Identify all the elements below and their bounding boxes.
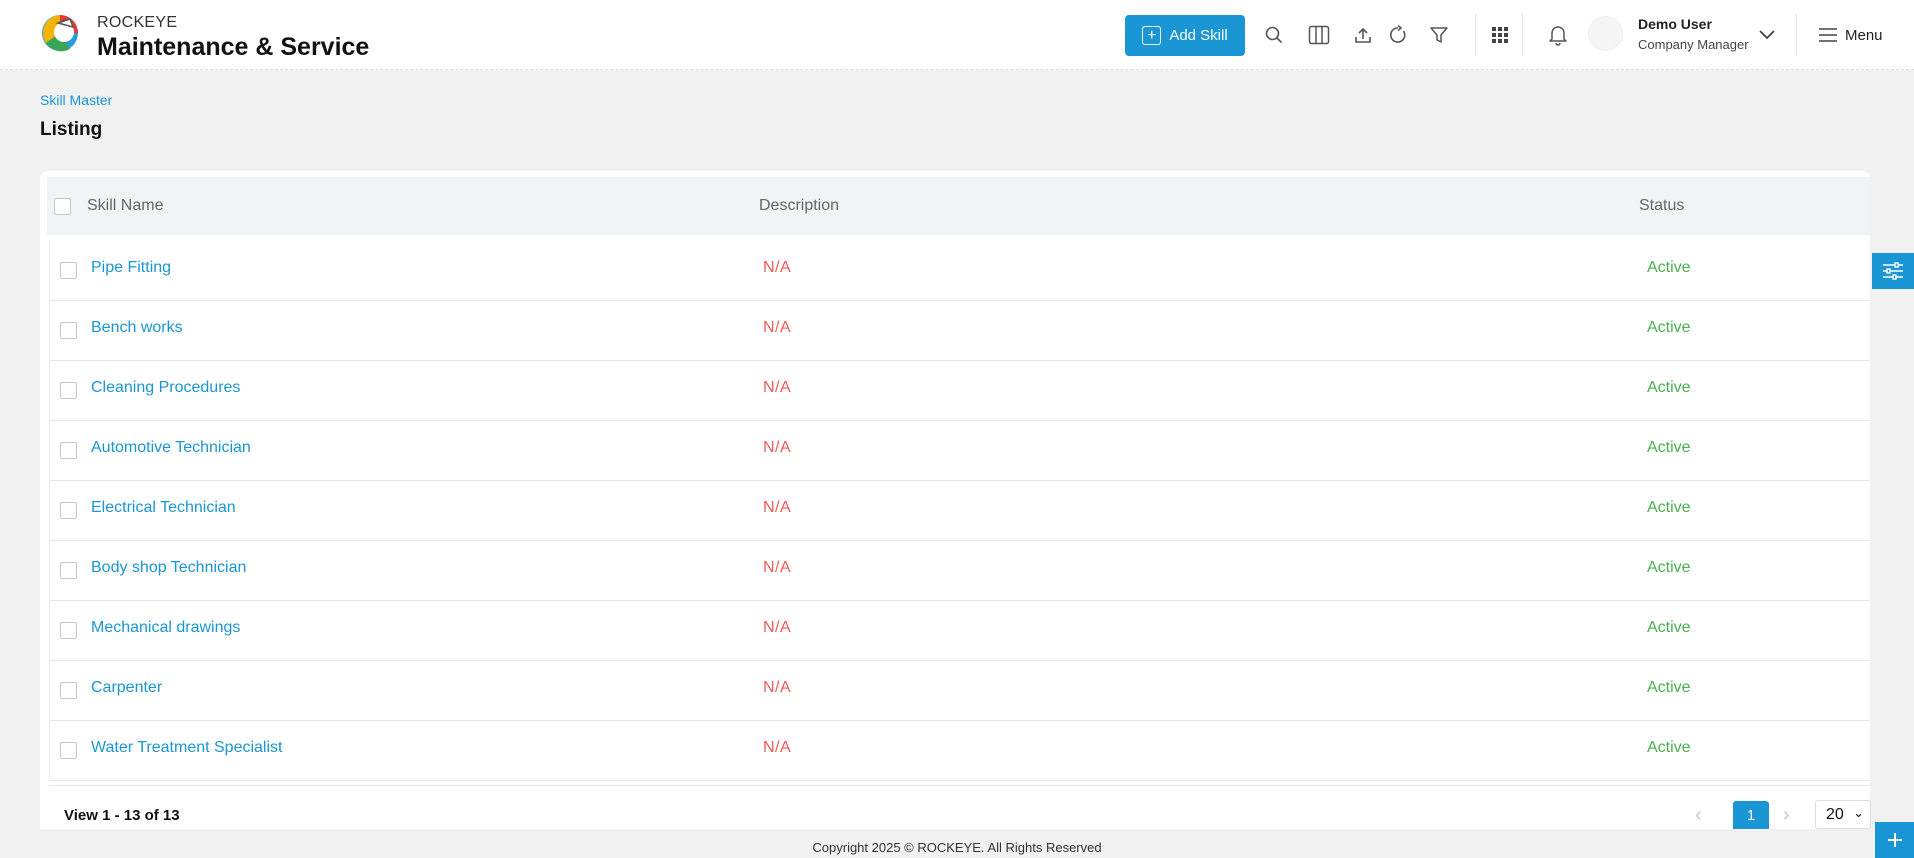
table-row: Body shop Technician N/A Active [50, 541, 1870, 601]
sliders-icon[interactable] [1872, 253, 1914, 289]
table-row: Pipe Fitting N/A Active [50, 241, 1870, 301]
row-checkbox[interactable] [60, 562, 77, 579]
listing-card: Skill Name Description Status Pipe Fitti… [40, 171, 1871, 829]
row-checkbox[interactable] [60, 682, 77, 699]
skill-name-link[interactable]: Bench works [91, 319, 183, 337]
user-name[interactable]: Demo User [1638, 16, 1712, 32]
brand-logo [42, 15, 78, 52]
page-number-button[interactable]: 1 [1733, 801, 1769, 829]
page-title: Listing [40, 119, 103, 140]
avatar[interactable] [1588, 16, 1623, 51]
row-checkbox[interactable] [60, 502, 77, 519]
row-checkbox[interactable] [60, 442, 77, 459]
column-header-description[interactable]: Description [759, 197, 839, 215]
description-cell: N/A [763, 619, 792, 636]
row-checkbox[interactable] [60, 742, 77, 759]
bell-icon[interactable] [1545, 22, 1571, 48]
description-cell: N/A [763, 259, 792, 276]
status-cell: Active [1647, 739, 1691, 756]
table-row: Cleaning Procedures N/A Active [50, 361, 1870, 421]
divider [1475, 14, 1476, 56]
status-cell: Active [1647, 439, 1691, 456]
status-cell: Active [1647, 619, 1691, 636]
filter-icon[interactable] [1426, 22, 1452, 48]
add-skill-label: Add Skill [1169, 27, 1228, 44]
description-cell: N/A [763, 379, 792, 396]
description-cell: N/A [763, 679, 792, 696]
brand-subtitle: ROCKEYE [97, 14, 178, 31]
search-icon[interactable] [1261, 22, 1287, 48]
table-header: Skill Name Description Status [47, 177, 1870, 235]
table-row: Automotive Technician N/A Active [50, 421, 1870, 481]
upload-icon[interactable] [1350, 22, 1376, 48]
description-cell: N/A [763, 499, 792, 516]
status-cell: Active [1647, 499, 1691, 516]
columns-icon[interactable] [1306, 22, 1332, 48]
table-row: Electrical Technician N/A Active [50, 481, 1870, 541]
status-cell: Active [1647, 319, 1691, 336]
divider [1522, 14, 1523, 56]
row-checkbox[interactable] [60, 262, 77, 279]
row-checkbox[interactable] [60, 622, 77, 639]
table-row: Water Treatment Specialist N/A Active [50, 721, 1870, 781]
divider [49, 785, 1870, 786]
add-skill-button[interactable]: + Add Skill [1125, 15, 1245, 56]
status-cell: Active [1647, 559, 1691, 576]
skill-name-link[interactable]: Water Treatment Specialist [91, 739, 282, 757]
chevron-right-icon[interactable]: › [1783, 804, 1790, 827]
status-cell: Active [1647, 259, 1691, 276]
skill-name-link[interactable]: Electrical Technician [91, 499, 236, 517]
copyright-footer: Copyright 2025 © ROCKEYE. All Rights Res… [812, 840, 1102, 855]
description-cell: N/A [763, 319, 792, 336]
page-size-select[interactable]: 20 ⌄ [1815, 800, 1871, 829]
select-all-checkbox[interactable] [54, 198, 71, 215]
column-header-status[interactable]: Status [1639, 197, 1684, 215]
chevron-left-icon[interactable]: ‹ [1695, 804, 1702, 827]
status-cell: Active [1647, 379, 1691, 396]
brand-title: Maintenance & Service [97, 33, 370, 61]
skill-name-link[interactable]: Cleaning Procedures [91, 379, 240, 397]
table-row: Mechanical drawings N/A Active [50, 601, 1870, 661]
description-cell: N/A [763, 439, 792, 456]
plus-icon: + [1142, 26, 1162, 45]
status-cell: Active [1647, 679, 1691, 696]
row-checkbox[interactable] [60, 322, 77, 339]
apps-grid-icon[interactable] [1487, 22, 1513, 48]
table-row: Carpenter N/A Active [50, 661, 1870, 721]
table-row: Bench works N/A Active [50, 301, 1870, 361]
hamburger-icon[interactable] [1815, 22, 1841, 48]
record-count: View 1 - 13 of 13 [64, 807, 180, 824]
description-cell: N/A [763, 739, 792, 756]
skill-name-link[interactable]: Pipe Fitting [91, 259, 171, 277]
divider [1796, 14, 1797, 56]
skill-name-link[interactable]: Body shop Technician [91, 559, 246, 577]
skill-name-link[interactable]: Mechanical drawings [91, 619, 240, 637]
breadcrumb[interactable]: Skill Master [40, 92, 112, 108]
skill-name-link[interactable]: Carpenter [91, 679, 162, 697]
menu-label[interactable]: Menu [1845, 27, 1883, 44]
chevron-down-icon: ⌄ [1853, 805, 1864, 820]
plus-icon[interactable] [1875, 822, 1914, 858]
column-header-skill-name[interactable]: Skill Name [87, 197, 163, 215]
page-size-value: 20 [1826, 806, 1844, 823]
user-role: Company Manager [1638, 37, 1749, 52]
row-checkbox[interactable] [60, 382, 77, 399]
table-body: Pipe Fitting N/A Active Bench works N/A … [49, 241, 1870, 781]
description-cell: N/A [763, 559, 792, 576]
chevron-down-icon[interactable] [1754, 22, 1780, 48]
refresh-icon[interactable] [1385, 22, 1411, 48]
top-header: ROCKEYE Maintenance & Service + Add Skil… [0, 0, 1914, 70]
skill-name-link[interactable]: Automotive Technician [91, 439, 251, 457]
